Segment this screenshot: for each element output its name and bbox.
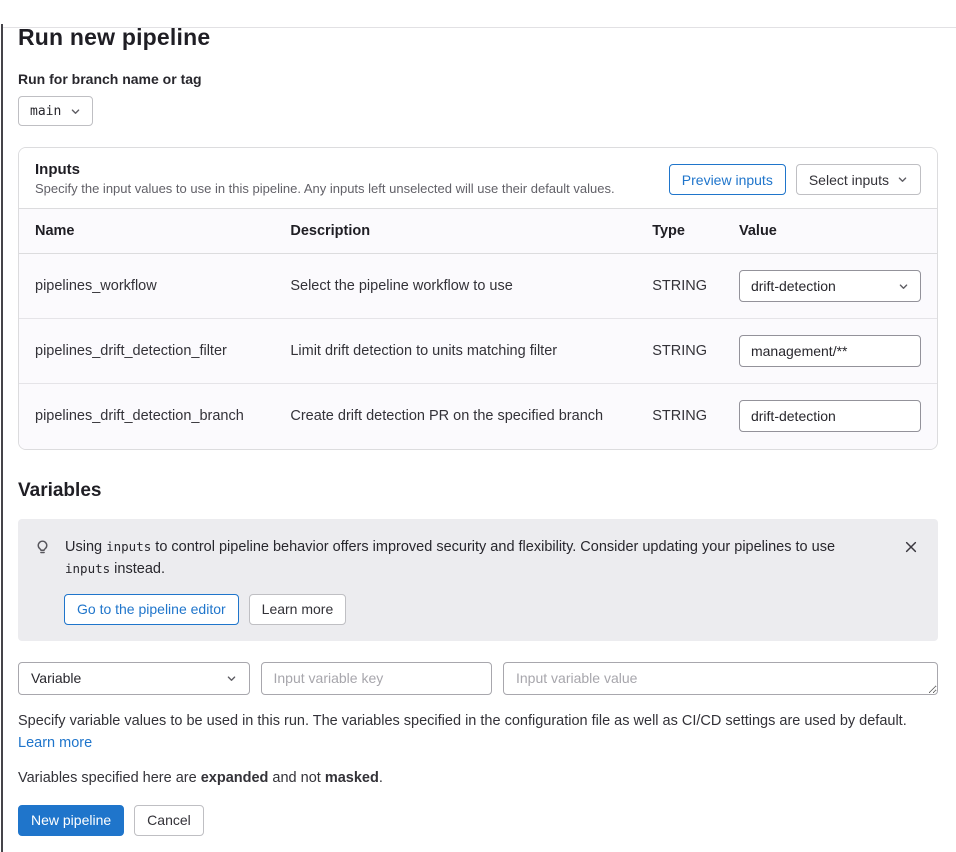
panel-top-divider [3,27,956,28]
inputs-table: Name Description Type Value pipelines_wo… [19,208,937,449]
table-row: pipelines_workflow Select the pipeline w… [19,254,937,319]
banner-message: Using inputs to control pipeline behavio… [65,536,865,580]
chevron-down-icon [226,673,237,684]
input-name: pipelines_workflow [19,254,274,319]
panel-left-edge [1,24,3,852]
preview-inputs-button[interactable]: Preview inputs [669,164,786,195]
lightbulb-icon [34,536,51,580]
input-description: Select the pipeline workflow to use [274,254,636,319]
variable-key-input[interactable] [261,662,493,695]
note-text-segment: and not [268,770,324,786]
inline-code: inputs [65,561,110,576]
inline-code: inputs [106,539,151,554]
help-text-segment: Specify variable values to be used in th… [18,713,907,729]
input-description: Create drift detection PR on the specifi… [274,384,636,449]
column-header-type: Type [636,209,723,254]
variables-note: Variables specified here are expanded an… [18,770,938,786]
pipeline-editor-button[interactable]: Go to the pipeline editor [64,594,239,625]
inputs-card-actions: Preview inputs Select inputs [669,161,921,195]
table-row: pipelines_drift_detection_filter Limit d… [19,319,937,384]
learn-more-button[interactable]: Learn more [249,594,347,625]
column-header-name: Name [19,209,274,254]
inputs-card-description: Specify the input values to use in this … [35,181,615,196]
banner-text-segment: to control pipeline behavior offers impr… [151,539,835,555]
inputs-table-header-row: Name Description Type Value [19,209,937,254]
inputs-tip-banner: Using inputs to control pipeline behavio… [18,519,938,641]
pipelines-workflow-select[interactable]: drift-detection [739,270,921,302]
note-bold-expanded: expanded [201,770,269,786]
chevron-down-icon [897,174,908,185]
inputs-card-title: Inputs [35,161,615,178]
note-text-segment: Variables specified here are [18,770,201,786]
new-pipeline-button[interactable]: New pipeline [18,805,124,836]
inputs-card-header-text: Inputs Specify the input values to use i… [35,161,615,196]
pipelines-workflow-select-value: drift-detection [751,278,836,294]
close-icon[interactable] [902,538,920,556]
chevron-down-icon [898,281,909,292]
chevron-down-icon [70,106,81,117]
input-name: pipelines_drift_detection_filter [19,319,274,384]
note-bold-masked: masked [325,770,379,786]
drift-detection-branch-input[interactable] [739,400,921,432]
inputs-card-header: Inputs Specify the input values to use i… [19,148,937,208]
table-row: pipelines_drift_detection_branch Create … [19,384,937,449]
drift-detection-filter-input[interactable] [739,335,921,367]
column-header-value: Value [723,209,937,254]
variables-learn-more-link[interactable]: Learn more [18,735,92,751]
variable-value-input[interactable] [503,662,938,695]
variable-type-value: Variable [31,670,81,686]
cancel-button[interactable]: Cancel [134,805,204,836]
select-inputs-dropdown[interactable]: Select inputs [796,164,921,195]
input-type: STRING [636,384,723,449]
column-header-description: Description [274,209,636,254]
branch-selector-value: main [30,104,61,119]
input-name: pipelines_drift_detection_branch [19,384,274,449]
branch-selector-label: Run for branch name or tag [18,71,938,87]
variable-type-select[interactable]: Variable [18,662,250,695]
page-title: Run new pipeline [18,24,938,51]
input-type: STRING [636,254,723,319]
variable-row: Variable [18,662,938,695]
select-inputs-label: Select inputs [809,172,889,188]
variables-heading: Variables [18,480,938,502]
variables-help-text: Specify variable values to be used in th… [18,710,938,754]
banner-text-segment: instead. [110,561,165,577]
run-pipeline-page: Run new pipeline Run for branch name or … [0,24,956,836]
note-text-segment: . [379,770,383,786]
input-type: STRING [636,319,723,384]
branch-selector-dropdown[interactable]: main [18,96,93,126]
banner-actions: Go to the pipeline editor Learn more [64,594,922,625]
form-actions: New pipeline Cancel [18,805,938,836]
banner-text-segment: Using [65,539,106,555]
input-description: Limit drift detection to units matching … [274,319,636,384]
inputs-card: Inputs Specify the input values to use i… [18,147,938,450]
